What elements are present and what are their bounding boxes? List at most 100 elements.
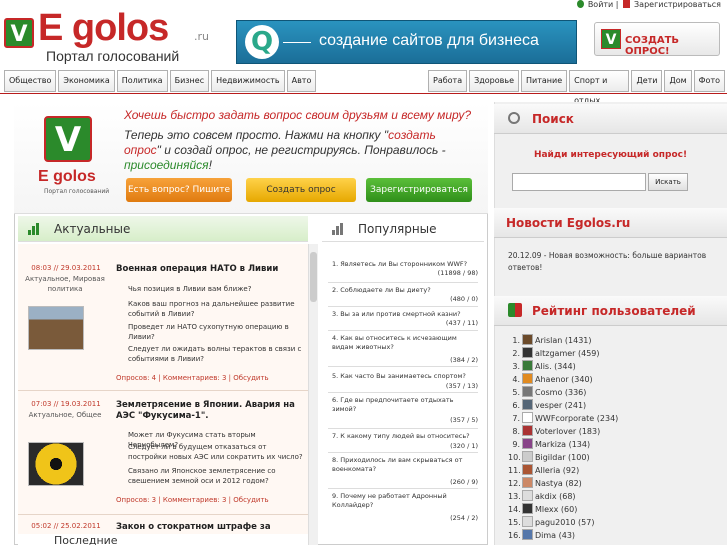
site-news-text[interactable]: 20.12.09 - Новая возможность: больше вар… bbox=[508, 250, 718, 274]
user-avatar[interactable] bbox=[522, 412, 533, 423]
rating-user[interactable]: 5. Cosmo (336) bbox=[508, 386, 586, 399]
nav-item[interactable]: Политика bbox=[116, 70, 168, 92]
rating-user-name[interactable]: Dima (43) bbox=[535, 531, 575, 540]
nav-item[interactable]: Фото bbox=[693, 70, 725, 92]
promo-join-link[interactable]: присоединяйся bbox=[124, 158, 209, 172]
auth-links: Войти | Зарегистрироваться bbox=[575, 0, 721, 9]
user-avatar[interactable] bbox=[522, 425, 533, 436]
rating-user[interactable]: 14. Mlexx (60) bbox=[508, 503, 577, 516]
rating-user-name[interactable]: altzgamer (459) bbox=[535, 349, 600, 358]
rating-user[interactable]: 8. Voterlover (183) bbox=[508, 425, 600, 438]
nav-item[interactable]: Экономика bbox=[58, 70, 115, 92]
news-title[interactable]: Военная операция НАТО в Ливии bbox=[116, 264, 304, 275]
popular-stat: (254 / 2) bbox=[450, 514, 478, 522]
news-category[interactable]: Актуальное, Общее bbox=[22, 410, 108, 420]
popular-item[interactable]: 9. Почему не работает Адронный Коллайдер… bbox=[332, 492, 478, 522]
nav-item[interactable]: Авто bbox=[286, 70, 317, 92]
rating-user-name[interactable]: Ahaenor (340) bbox=[535, 375, 593, 384]
rating-user-name[interactable]: Markiza (134) bbox=[535, 440, 590, 449]
user-avatar[interactable] bbox=[522, 464, 533, 475]
rating-user[interactable]: 13. akdix (68) bbox=[508, 490, 576, 503]
search-input[interactable] bbox=[512, 173, 646, 191]
actual-scrollbar[interactable] bbox=[308, 244, 318, 545]
popular-item[interactable]: 1. Являетесь ли Вы сторонником WWF? (1189… bbox=[332, 260, 478, 277]
nav-item[interactable]: Общество bbox=[4, 70, 57, 92]
user-avatar[interactable] bbox=[522, 438, 533, 449]
rating-user-name[interactable]: Arislan (1431) bbox=[535, 336, 592, 345]
question-link[interactable]: Связано ли Японское землетрясение со све… bbox=[128, 466, 304, 486]
rating-user-name[interactable]: Nastya (82) bbox=[535, 479, 582, 488]
popular-item[interactable]: 8. Приходилось ли вам скрываться от воен… bbox=[332, 456, 478, 486]
ad-banner[interactable]: Q создание сайтов для бизнеса bbox=[236, 20, 577, 64]
rating-user[interactable]: 2. altzgamer (459) bbox=[508, 347, 600, 360]
user-avatar[interactable] bbox=[522, 516, 533, 527]
rating-user-name[interactable]: akdix (68) bbox=[535, 492, 576, 501]
user-avatar[interactable] bbox=[522, 360, 533, 371]
nav-item[interactable]: Здоровье bbox=[469, 70, 520, 92]
user-avatar[interactable] bbox=[522, 347, 533, 358]
rating-user-name[interactable]: Cosmo (336) bbox=[535, 388, 586, 397]
user-avatar[interactable] bbox=[522, 529, 533, 540]
news-thumbnail[interactable] bbox=[28, 306, 84, 350]
user-avatar[interactable] bbox=[522, 399, 533, 410]
promo-create-button[interactable]: Создать опрос bbox=[246, 178, 356, 202]
rating-user-name[interactable]: vesper (241) bbox=[535, 401, 586, 410]
rating-user[interactable]: 4. Ahaenor (340) bbox=[508, 373, 593, 386]
rating-user[interactable]: 6. vesper (241) bbox=[508, 399, 586, 412]
nav-item[interactable]: Бизнес bbox=[169, 70, 210, 92]
rating-user-name[interactable]: pagu2010 (57) bbox=[535, 518, 594, 527]
news-title[interactable]: Землетрясение в Японии. Авария на АЭС "Ф… bbox=[116, 400, 304, 422]
rating-user[interactable]: 16. Dima (43) bbox=[508, 529, 575, 542]
rating-user-name[interactable]: Bigildar (100) bbox=[535, 453, 590, 462]
scrollbar-thumb[interactable] bbox=[310, 252, 317, 302]
rating-user[interactable]: 9. Markiza (134) bbox=[508, 438, 590, 451]
login-link[interactable]: Войти bbox=[588, 0, 613, 9]
rating-user-name[interactable]: Alis. (344) bbox=[535, 362, 576, 371]
question-link[interactable]: Чья позиция в Ливии вам ближе? bbox=[128, 284, 304, 294]
popular-item[interactable]: 7. К какому типу людей вы относитесь? (32… bbox=[332, 432, 478, 450]
user-avatar[interactable] bbox=[522, 503, 533, 514]
rating-user-name[interactable]: Alleria (92) bbox=[535, 466, 579, 475]
nav-item[interactable]: Питание bbox=[521, 70, 568, 92]
nav-item[interactable]: Недвижимость bbox=[211, 70, 285, 92]
question-link[interactable]: Каков ваш прогноз на дальнейшее развитие… bbox=[128, 299, 304, 319]
rating-user[interactable]: 1. Arislan (1431) bbox=[508, 334, 592, 347]
question-link[interactable]: Следует ли ожидать волны терактов в связ… bbox=[128, 344, 304, 364]
rating-user[interactable]: 7. WWFcorporate (234) bbox=[508, 412, 618, 425]
promo-register-button[interactable]: Зарегистрироваться bbox=[366, 178, 472, 202]
news-title[interactable]: Новости Egolos.ru bbox=[506, 216, 630, 230]
user-avatar[interactable] bbox=[522, 386, 533, 397]
nav-item[interactable]: Дом bbox=[664, 70, 692, 92]
rating-user[interactable]: 3. Alis. (344) bbox=[508, 360, 576, 373]
nav-item[interactable]: Работа bbox=[428, 70, 468, 92]
user-avatar[interactable] bbox=[522, 373, 533, 384]
ask-question-button[interactable]: Есть вопрос? Пишите bbox=[126, 178, 232, 202]
rating-user[interactable]: 15. pagu2010 (57) bbox=[508, 516, 594, 529]
site-logo[interactable]: V E golos .ru Портал голосований bbox=[4, 8, 218, 66]
user-avatar[interactable] bbox=[522, 490, 533, 501]
popular-item[interactable]: 4. Как вы относитесь к исчезающим видам … bbox=[332, 334, 478, 364]
user-avatar[interactable] bbox=[522, 334, 533, 345]
rating-user-name[interactable]: WWFcorporate (234) bbox=[535, 414, 618, 423]
nav-item[interactable]: Спорт и отдых bbox=[569, 70, 630, 105]
popular-item[interactable]: 5. Как часто Вы занимаетесь спортом? (357… bbox=[332, 372, 478, 390]
rating-user[interactable]: 10. Bigildar (100) bbox=[508, 451, 590, 464]
popular-item[interactable]: 2. Соблюдаете ли Вы диету? (480 / 0) bbox=[332, 286, 478, 303]
nav-item[interactable]: Дети bbox=[631, 70, 663, 92]
popular-item[interactable]: 6. Где вы предпочитаете отдыхать зимой? (… bbox=[332, 396, 478, 424]
radiation-icon[interactable] bbox=[28, 442, 84, 486]
popular-item[interactable]: 3. Вы за или против смертной казни? (437 … bbox=[332, 310, 478, 327]
rating-user-name[interactable]: Mlexx (60) bbox=[535, 505, 577, 514]
create-poll-button[interactable]: V СОЗДАТЬ ОПРОС! bbox=[594, 22, 720, 57]
news-category[interactable]: Актуальное, Мировая политика bbox=[22, 274, 108, 294]
user-avatar[interactable] bbox=[522, 451, 533, 462]
question-link[interactable]: Проведет ли НАТО сухопутную операцию в Л… bbox=[128, 322, 304, 342]
question-link[interactable]: Следует ли в будущем отказаться от постр… bbox=[128, 442, 304, 462]
user-avatar[interactable] bbox=[522, 477, 533, 488]
search-button[interactable]: Искать bbox=[648, 173, 688, 191]
rating-user[interactable]: 12. Nastya (82) bbox=[508, 477, 582, 490]
nav-left: Общество Экономика Политика Бизнес Недви… bbox=[4, 70, 318, 92]
rating-user[interactable]: 11. Alleria (92) bbox=[508, 464, 579, 477]
rating-user-name[interactable]: Voterlover (183) bbox=[535, 427, 600, 436]
register-link[interactable]: Зарегистрироваться bbox=[634, 0, 721, 9]
